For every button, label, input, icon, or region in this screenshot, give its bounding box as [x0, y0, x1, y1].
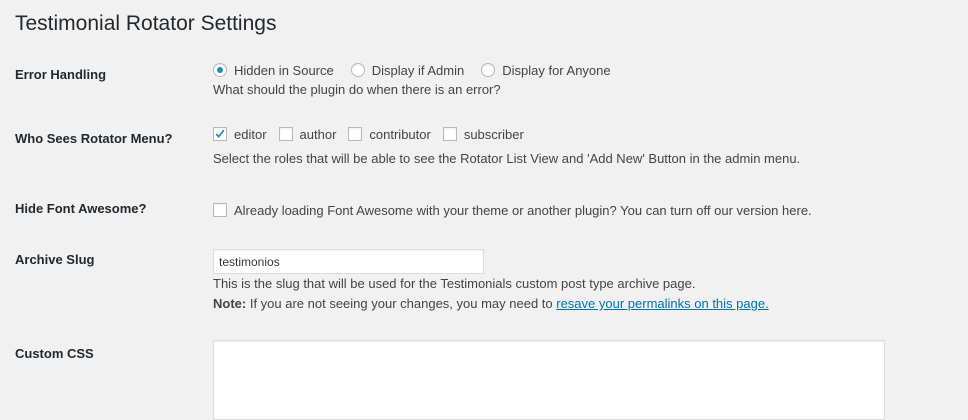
- error-handling-radio-group: Hidden in Source Display if Admin Displa…: [213, 61, 623, 79]
- rotator-menu-field: editor author contributor subscriber Sel…: [213, 125, 800, 166]
- page-title: Testimonial Rotator Settings: [15, 12, 277, 35]
- archive-slug-description: This is the slug that will be used for t…: [213, 276, 696, 291]
- rotator-menu-description: Select the roles that will be able to se…: [213, 151, 801, 166]
- checkbox-label-contributor[interactable]: contributor: [369, 127, 430, 142]
- checkbox-author[interactable]: [278, 127, 293, 141]
- rotator-menu-label: Who Sees Rotator Menu?: [15, 131, 173, 146]
- radio-label-display-for-anyone[interactable]: Display for Anyone: [502, 63, 610, 78]
- radio-label-display-if-admin[interactable]: Display if Admin: [372, 63, 464, 78]
- checkbox-subscriber[interactable]: [442, 127, 457, 141]
- radio-hidden-in-source[interactable]: [213, 63, 227, 77]
- checkbox-label-editor[interactable]: editor: [234, 127, 267, 142]
- checkbox-hide-font-awesome[interactable]: [213, 203, 227, 217]
- note-prefix: Note:: [213, 296, 247, 311]
- checkbox-label-author[interactable]: author: [300, 127, 337, 142]
- checkbox-label-subscriber[interactable]: subscriber: [464, 127, 524, 142]
- radio-display-if-admin[interactable]: [350, 63, 365, 77]
- archive-slug-label: Archive Slug: [15, 252, 95, 267]
- radio-selected-dot: [217, 67, 223, 73]
- archive-slug-field: testimonios This is the slug that will b…: [213, 249, 769, 311]
- error-handling-field: Hidden in Source Display if Admin Displa…: [213, 61, 623, 97]
- hide-font-awesome-group: Already loading Font Awesome with your t…: [213, 201, 824, 219]
- custom-css-textarea[interactable]: [213, 340, 885, 420]
- custom-css-label: Custom CSS: [15, 346, 94, 361]
- radio-label-hidden-in-source[interactable]: Hidden in Source: [234, 63, 334, 78]
- rotator-menu-checkbox-group: editor author contributor subscriber: [213, 125, 800, 143]
- checkbox-editor[interactable]: [213, 127, 227, 141]
- hide-font-awesome-field: Already loading Font Awesome with your t…: [213, 201, 824, 219]
- archive-slug-note: Note: If you are not seeing your changes…: [213, 296, 769, 311]
- radio-display-for-anyone[interactable]: [481, 63, 496, 77]
- note-text: If you are not seeing your changes, you …: [246, 296, 557, 311]
- error-handling-label: Error Handling: [15, 67, 107, 82]
- hide-font-awesome-label: Hide Font Awesome?: [15, 201, 147, 216]
- checkbox-contributor[interactable]: [348, 127, 363, 141]
- resave-permalinks-link[interactable]: resave your permalinks on this page.: [556, 296, 768, 311]
- checkbox-label-hide-font-awesome[interactable]: Already loading Font Awesome with your t…: [234, 203, 812, 218]
- error-handling-description: What should the plugin do when there is …: [213, 82, 501, 97]
- archive-slug-input[interactable]: testimonios: [213, 249, 484, 274]
- checkmark-icon: [215, 129, 225, 138]
